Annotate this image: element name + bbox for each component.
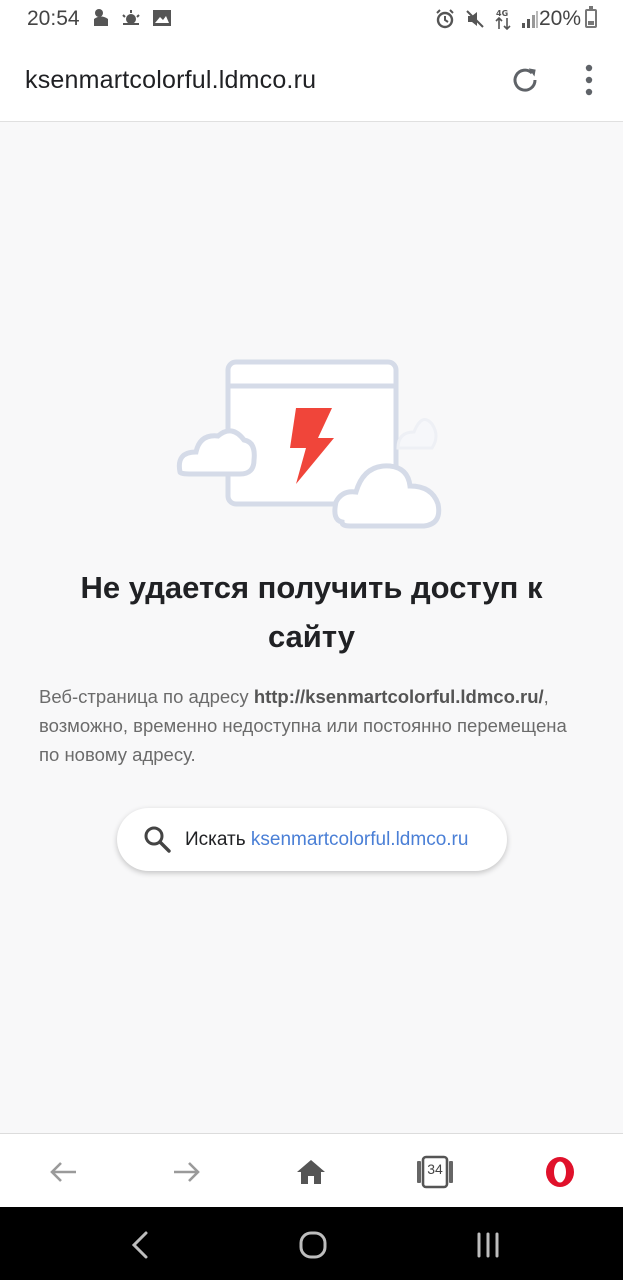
reload-icon[interactable]	[508, 63, 542, 97]
weather-icon	[122, 10, 140, 25]
android-icon	[94, 9, 108, 26]
address-bar: ksenmartcolorful.ldmco.ru	[0, 38, 623, 122]
image-icon	[153, 10, 171, 26]
mute-icon	[466, 10, 484, 28]
nav-recents-icon[interactable]	[468, 1225, 508, 1265]
back-icon[interactable]	[43, 1152, 83, 1192]
home-icon[interactable]	[291, 1152, 331, 1192]
forward-icon[interactable]	[167, 1152, 207, 1192]
tabs-icon[interactable]: 34	[415, 1152, 455, 1192]
search-button-label: Искать	[185, 829, 251, 850]
search-button-query: ksenmartcolorful.ldmco.ru	[250, 829, 469, 850]
status-time: 20:54	[27, 7, 80, 30]
error-title: Не удается получить доступ к сайту	[80, 570, 543, 654]
opera-icon[interactable]	[540, 1152, 580, 1192]
battery-icon	[585, 6, 597, 28]
more-vert-icon[interactable]	[574, 62, 604, 98]
error-description: Веб-страница по адресу http://ksenmartco…	[39, 682, 589, 769]
data-arrows-icon: 4G	[495, 9, 511, 30]
browser-toolbar: 34	[0, 1133, 623, 1207]
url-field[interactable]: ksenmartcolorful.ldmco.ru	[25, 66, 316, 95]
search-icon	[144, 826, 171, 853]
battery-percent: 20%	[538, 7, 581, 30]
search-site-button[interactable]: Искать ksenmartcolorful.ldmco.ru	[117, 808, 507, 871]
error-desc-url: http://ksenmartcolorful.ldmco.ru/	[253, 686, 544, 707]
signal-icon	[522, 11, 538, 28]
alarm-icon	[436, 9, 454, 29]
status-bar: 20:54 4G 20%	[0, 0, 623, 38]
system-nav-bar	[0, 1207, 623, 1280]
nav-home-icon[interactable]	[293, 1225, 333, 1265]
tab-count: 34	[427, 1161, 443, 1177]
offline-illustration	[176, 359, 442, 529]
error-desc-text: Веб-страница по адресу	[39, 686, 254, 707]
svg-text:4G: 4G	[496, 9, 508, 18]
nav-back-icon[interactable]	[120, 1225, 160, 1265]
